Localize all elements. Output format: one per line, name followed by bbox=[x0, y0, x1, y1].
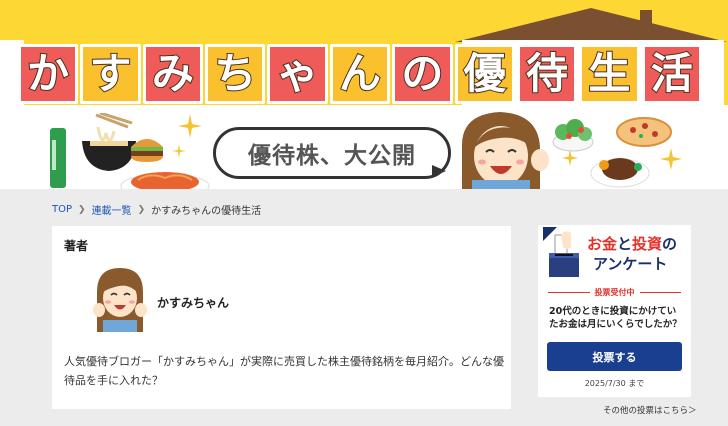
title-tile: 優 bbox=[454, 44, 515, 104]
survey-deadline: 2025/7/30 まで bbox=[584, 379, 645, 388]
sparkle-icon bbox=[178, 114, 202, 138]
title-tile: 生 bbox=[579, 44, 640, 104]
breadcrumb-series-list-link[interactable]: 連載一覧 bbox=[92, 202, 132, 217]
survey-status-row: 投票受付中 bbox=[548, 287, 681, 298]
series-banner: か す み ち ゃ ん の 優 待 生 活 優待株、大公開 bbox=[0, 0, 728, 189]
speech-bubble: 優待株、大公開 bbox=[213, 127, 451, 179]
divider bbox=[639, 292, 681, 293]
breadcrumb: TOP ❯ 連載一覧 ❯ かすみちゃんの優待生活 bbox=[52, 202, 261, 217]
title-tile: ん bbox=[329, 44, 391, 104]
title-tile: み bbox=[142, 44, 204, 104]
title-tile: の bbox=[392, 44, 453, 104]
survey-title: お金と投資の bbox=[587, 235, 678, 253]
salad-icon bbox=[552, 119, 594, 152]
drink-can-icon bbox=[50, 128, 66, 188]
survey-widget: お金と投資の アンケート 投票受付中 20代のときに投資にかけていたお金は月にい… bbox=[538, 225, 691, 397]
other-surveys-link[interactable]: その他の投票はこちら＞ bbox=[603, 404, 697, 416]
title-tile: ゃ bbox=[267, 44, 328, 104]
burger-icon bbox=[131, 139, 163, 162]
author-avatar bbox=[93, 268, 147, 332]
vote-button[interactable]: 投票する bbox=[547, 342, 682, 371]
divider bbox=[548, 292, 590, 293]
sparkle-icon bbox=[172, 144, 186, 158]
title-tile: 待 bbox=[516, 44, 578, 104]
character-illustration bbox=[462, 112, 549, 189]
house-roof-decoration bbox=[455, 8, 727, 42]
series-title: か す み ち ゃ ん の 優 待 生 活 bbox=[18, 44, 702, 104]
title-tile: か bbox=[18, 44, 79, 104]
author-heading: 著者 bbox=[64, 239, 89, 253]
house-chimney-decoration bbox=[640, 10, 652, 30]
chevron-right-icon: ❯ bbox=[78, 204, 86, 215]
survey-question: 20代のときに投資にかけていたお金は月にいくらでしたか？ bbox=[549, 306, 682, 330]
breadcrumb-current: かすみちゃんの優待生活 bbox=[151, 206, 262, 217]
author-card: 著者 かすみちゃん 人気優待ブロガー「かすみちゃん」が実際に売買した株主優待銘柄… bbox=[52, 226, 511, 409]
steak-plate-icon bbox=[590, 158, 650, 188]
chevron-right-icon: ❯ bbox=[137, 204, 146, 215]
survey-status-badge: 投票受付中 bbox=[594, 288, 635, 297]
bubble-text: 優待株、大公開 bbox=[248, 143, 416, 169]
title-tile: ち bbox=[205, 44, 266, 104]
sparkle-icon bbox=[660, 148, 682, 170]
author-description: 人気優待ブロガー「かすみちゃん」が実際に売買した株主優待銘柄を毎月紹介。どんな優… bbox=[64, 355, 504, 387]
survey-title-line2: アンケート bbox=[593, 255, 668, 273]
ballot-box-icon bbox=[543, 227, 579, 277]
author-name: かすみちゃん bbox=[157, 296, 230, 310]
title-tile: す bbox=[80, 44, 141, 104]
sparkle-icon bbox=[562, 150, 578, 166]
title-tile: 活 bbox=[641, 44, 702, 104]
spaghetti-plate-icon bbox=[120, 172, 210, 189]
speech-bubble-tail bbox=[432, 165, 446, 177]
breadcrumb-top-link[interactable]: TOP bbox=[52, 204, 72, 215]
